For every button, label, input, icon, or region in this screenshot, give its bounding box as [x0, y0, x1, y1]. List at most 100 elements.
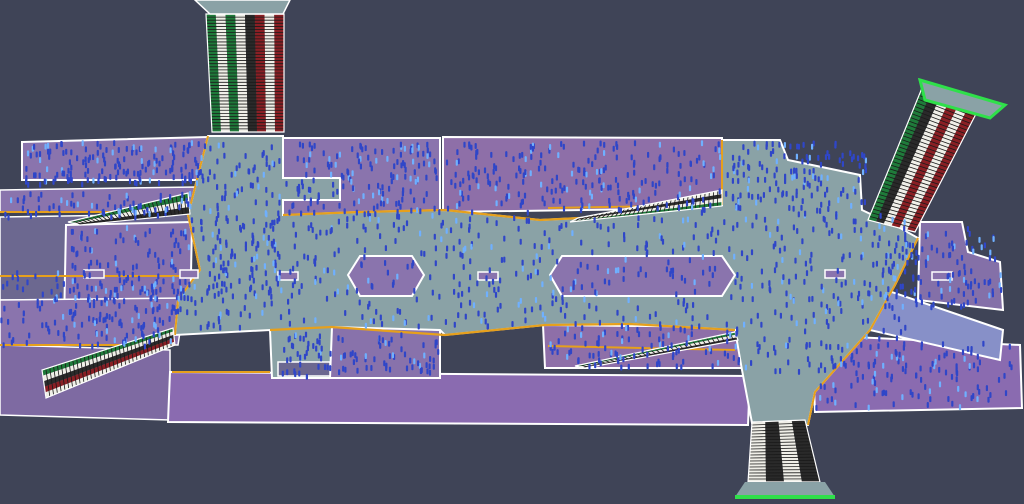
pedestrian-agent: [592, 352, 595, 359]
pedestrian-agent: [895, 288, 898, 295]
pedestrian-agent: [917, 254, 920, 261]
pedestrian-agent: [820, 174, 823, 181]
pedestrian-agent: [404, 173, 407, 180]
pedestrian-agent: [577, 358, 580, 365]
pedestrian-agent: [661, 238, 665, 245]
pedestrian-agent: [584, 340, 587, 347]
pedestrian-agent: [340, 354, 343, 361]
pedestrian-agent: [706, 314, 709, 321]
pedestrian-agent: [234, 170, 237, 177]
pedestrian-agent: [624, 256, 627, 263]
pedestrian-agent: [795, 320, 798, 327]
pedestrian-agent: [602, 331, 605, 338]
pedestrian-agent: [178, 204, 181, 211]
pedestrian-agent: [317, 363, 320, 370]
pedestrian-agent: [736, 169, 739, 176]
pedestrian-agent: [176, 288, 179, 295]
pedestrian-agent: [769, 231, 772, 238]
pedestrian-agent: [147, 251, 150, 258]
pedestrian-agent: [308, 156, 311, 163]
pedestrian-agent: [910, 288, 913, 295]
pedestrian-agent: [693, 288, 697, 295]
pedestrian-agent: [458, 281, 461, 288]
pedestrian-agent: [45, 321, 48, 328]
pedestrian-agent: [233, 253, 236, 260]
pedestrian-agent: [804, 260, 807, 267]
pedestrian-agent: [565, 186, 569, 193]
pedestrian-agent: [372, 192, 375, 199]
pedestrian-agent: [118, 271, 121, 277]
pedestrian-agent: [190, 217, 194, 224]
pedestrian-agent: [591, 161, 594, 168]
pedestrian-agent: [856, 376, 859, 383]
pedestrian-agent: [677, 299, 680, 306]
pedestrian-agent: [82, 191, 85, 198]
pedestrian-agent: [725, 190, 728, 197]
pedestrian-agent: [417, 323, 420, 330]
pedestrian-agent: [342, 183, 345, 190]
pedestrian-agent: [894, 247, 897, 254]
pedestrian-agent: [104, 176, 107, 183]
pedestrian-agent: [303, 253, 306, 260]
pedestrian-agent: [830, 396, 833, 403]
pedestrian-agent: [172, 263, 175, 270]
pedestrian-agent: [41, 291, 44, 298]
pedestrian-agent: [486, 173, 489, 180]
pedestrian-agent: [840, 190, 843, 197]
pedestrian-agent: [330, 161, 333, 168]
pedestrian-agent: [287, 298, 290, 305]
pedestrian-agent: [95, 203, 98, 210]
pedestrian-agent: [778, 247, 782, 254]
pedestrian-agent: [144, 308, 148, 314]
pedestrian-agent: [118, 320, 121, 327]
pedestrian-agent: [569, 348, 573, 355]
pedestrian-agent: [686, 216, 689, 223]
pedestrian-agent: [604, 345, 607, 352]
pedestrian-agent: [109, 173, 112, 180]
pedestrian-agent: [619, 207, 622, 214]
pedestrian-agent: [355, 287, 358, 294]
pedestrian-agent: [520, 199, 523, 206]
pedestrian-agent: [654, 189, 657, 196]
pedestrian-agent: [781, 190, 785, 197]
pedestrian-agent: [325, 295, 329, 302]
pedestrian-agent: [737, 178, 740, 184]
pedestrian-agent: [364, 145, 367, 152]
pedestrian-agent: [896, 263, 899, 270]
pedestrian-agent: [837, 300, 840, 307]
pedestrian-agent: [162, 259, 165, 266]
pedestrian-agent: [214, 257, 218, 264]
pedestrian-agent: [467, 194, 470, 201]
pedestrian-agent: [810, 251, 813, 258]
pedestrian-agent: [268, 164, 271, 171]
pedestrian-agent: [423, 352, 426, 359]
pedestrian-agent: [556, 349, 559, 356]
pedestrian-agent: [147, 160, 150, 167]
pedestrian-agent: [854, 218, 857, 225]
simulation-viewport[interactable]: [0, 0, 1024, 504]
pedestrian-agent: [965, 279, 968, 286]
pedestrian-agent: [352, 215, 355, 222]
pedestrian-agent: [265, 161, 268, 167]
pedestrian-agent: [219, 238, 222, 244]
pedestrian-agent: [773, 267, 777, 274]
pedestrian-agent: [52, 203, 55, 210]
pedestrian-agent: [783, 142, 786, 148]
pedestrian-agent: [435, 175, 438, 182]
pedestrian-agent: [775, 166, 778, 173]
pedestrian-agent: [251, 272, 254, 279]
pedestrian-agent: [263, 227, 266, 234]
pedestrian-agent: [477, 169, 480, 176]
pedestrian-agent: [492, 168, 495, 175]
pedestrian-agent: [494, 165, 498, 172]
pedestrian-agent: [801, 198, 804, 205]
pedestrian-agent: [157, 263, 161, 270]
pedestrian-agent: [458, 200, 461, 207]
pedestrian-agent: [437, 349, 440, 355]
pedestrian-agent: [202, 235, 205, 242]
pedestrian-agent: [860, 341, 863, 348]
pedestrian-agent: [174, 237, 178, 244]
pedestrian-agent: [695, 157, 699, 164]
pedestrian-agent: [472, 302, 476, 309]
pedestrian-agent: [825, 221, 828, 228]
